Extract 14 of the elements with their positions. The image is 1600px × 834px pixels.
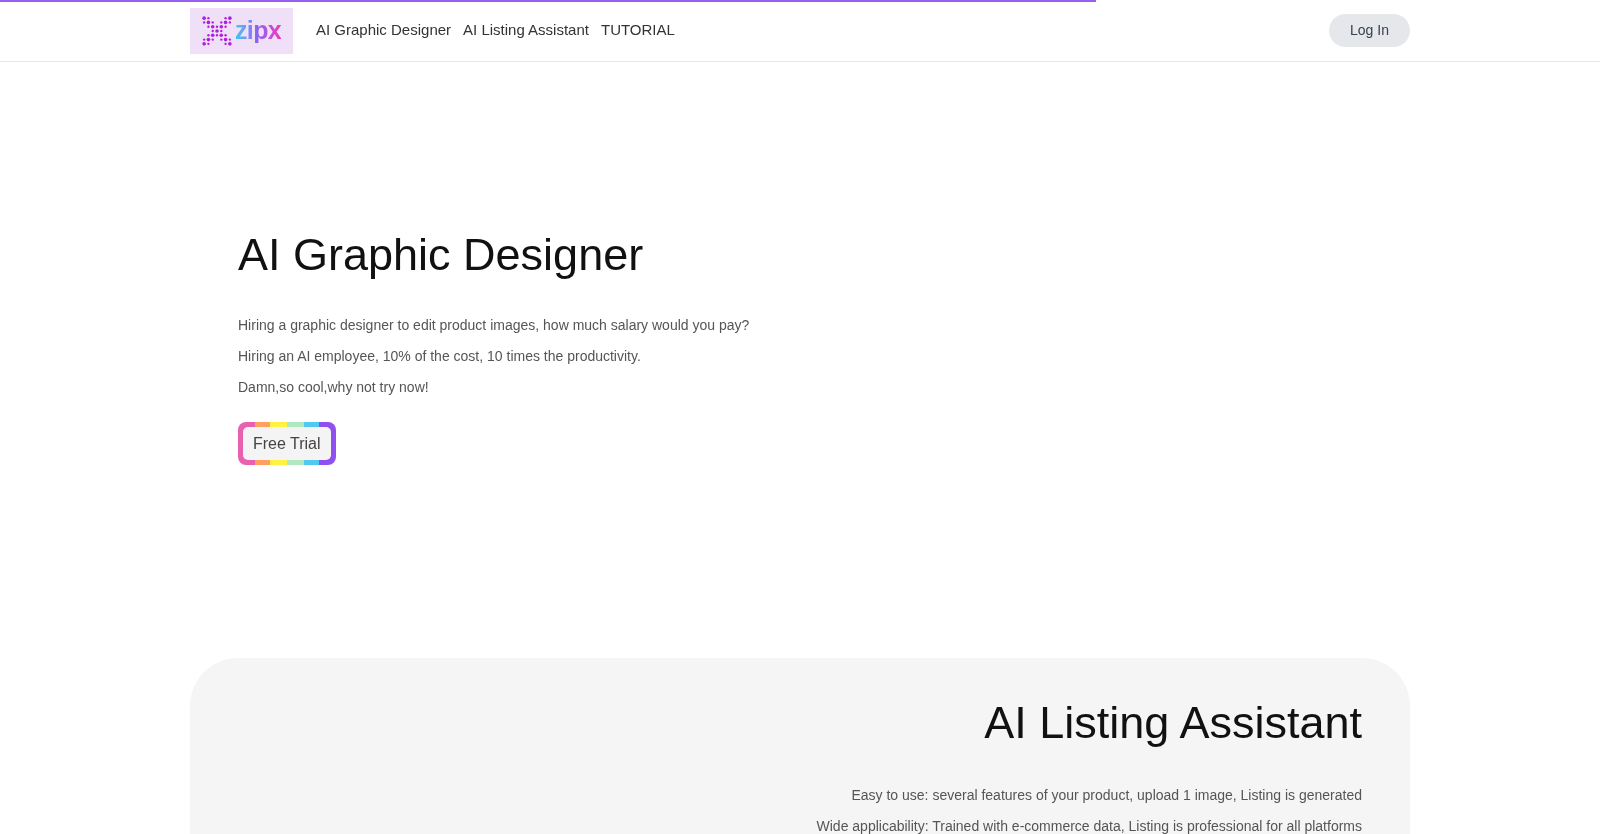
login-button[interactable]: Log In xyxy=(1329,14,1410,47)
nav-link[interactable]: AI Listing Assistant xyxy=(463,19,589,42)
listing-title: AI Listing Assistant xyxy=(984,696,1362,750)
listing-text: Easy to use: several features of your product, upload 1 image, Listing is generated xyxy=(851,786,1362,804)
hero-text: Hiring an AI employee, 10% of the cost, 10 times the productivity. xyxy=(238,347,641,365)
hero-text: Damn,so cool,why not try now! xyxy=(238,378,429,396)
logo-text: zipx xyxy=(234,18,282,43)
dotted-x-icon xyxy=(201,15,232,46)
nav-link[interactable]: AI Graphic Designer xyxy=(316,19,452,42)
hero-text: Hiring a graphic designer to edit product images, how much salary would you pay? xyxy=(238,316,750,334)
listing-text: Wide applicability: Trained with e-commerce data, Listing is professional for all platforms xyxy=(816,817,1362,834)
hero-title: AI Graphic Designer xyxy=(238,228,644,282)
free-trial-button[interactable]: Free Trial xyxy=(238,422,336,465)
nav-link[interactable]: TUTORIAL xyxy=(600,19,675,42)
